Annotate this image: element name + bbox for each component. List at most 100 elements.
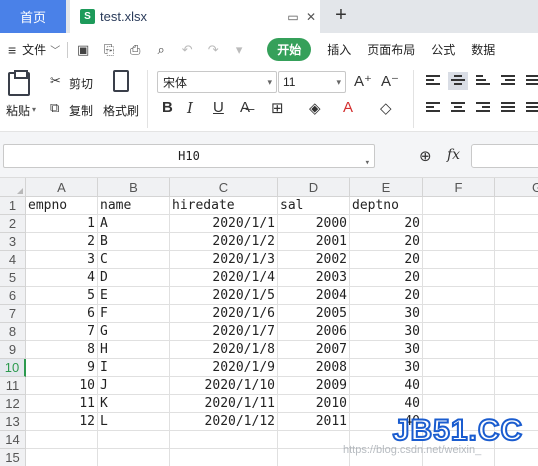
cell-e8[interactable]: 30 bbox=[350, 323, 423, 341]
cell-d10[interactable]: 2008 bbox=[278, 359, 350, 377]
cell-c5[interactable]: 2020/1/4 bbox=[170, 269, 278, 287]
cell-e3[interactable]: 20 bbox=[350, 233, 423, 251]
column-header-g[interactable]: G bbox=[495, 178, 538, 197]
justify-icon[interactable] bbox=[501, 102, 515, 114]
tab-insert[interactable]: 插入 bbox=[327, 41, 351, 58]
paste-button[interactable]: 粘贴 bbox=[6, 102, 30, 119]
cell-c11[interactable]: 2020/1/10 bbox=[170, 377, 278, 395]
tab-data[interactable]: 数据 bbox=[471, 41, 495, 58]
copy-button[interactable]: 复制 bbox=[69, 102, 93, 119]
print-icon[interactable]: ⎙ bbox=[127, 42, 143, 58]
fill-color-icon[interactable]: ◈ bbox=[309, 99, 321, 117]
paste-icon[interactable] bbox=[8, 70, 30, 96]
cell-g2[interactable] bbox=[495, 215, 538, 233]
paste-dropdown-icon[interactable]: ▾ bbox=[32, 105, 36, 114]
tab-page-layout[interactable]: 页面布局 bbox=[367, 41, 415, 58]
cell-b13[interactable]: L bbox=[98, 413, 170, 431]
format-painter-icon[interactable] bbox=[113, 70, 129, 92]
row-header-4[interactable]: 4 bbox=[0, 251, 26, 269]
cell-g7[interactable] bbox=[495, 305, 538, 323]
cell-a3[interactable]: 2 bbox=[26, 233, 98, 251]
row-header-7[interactable]: 7 bbox=[0, 305, 26, 323]
cell-c9[interactable]: 2020/1/8 bbox=[170, 341, 278, 359]
bold-button[interactable]: B bbox=[162, 99, 173, 116]
cell-d2[interactable]: 2000 bbox=[278, 215, 350, 233]
cell-f9[interactable] bbox=[423, 341, 495, 359]
cell-e5[interactable]: 20 bbox=[350, 269, 423, 287]
cell-c14[interactable] bbox=[170, 431, 278, 449]
cell-d9[interactable]: 2007 bbox=[278, 341, 350, 359]
cell-a2[interactable]: 1 bbox=[26, 215, 98, 233]
row-header-13[interactable]: 13 bbox=[0, 413, 26, 431]
clear-format-icon[interactable]: ◇ bbox=[380, 99, 392, 117]
hamburger-menu-icon[interactable]: ≡ bbox=[8, 42, 16, 58]
align-right-icon[interactable] bbox=[476, 102, 490, 114]
cell-d1[interactable]: sal bbox=[278, 197, 350, 215]
cell-a5[interactable]: 4 bbox=[26, 269, 98, 287]
cell-c8[interactable]: 2020/1/7 bbox=[170, 323, 278, 341]
cell-f5[interactable] bbox=[423, 269, 495, 287]
cell-f3[interactable] bbox=[423, 233, 495, 251]
cell-f10[interactable] bbox=[423, 359, 495, 377]
export-icon[interactable]: ⎘ bbox=[101, 42, 117, 58]
align-top-icon[interactable] bbox=[426, 75, 440, 87]
wrap-icon[interactable] bbox=[526, 75, 538, 87]
cell-d14[interactable] bbox=[278, 431, 350, 449]
format-painter-button[interactable]: 格式刷 bbox=[103, 102, 139, 119]
cell-b2[interactable]: A bbox=[98, 215, 170, 233]
font-color-icon[interactable]: A bbox=[343, 99, 353, 116]
tab-home[interactable]: 首页 bbox=[0, 0, 66, 33]
indent-icon[interactable] bbox=[501, 75, 515, 87]
cell-g11[interactable] bbox=[495, 377, 538, 395]
cell-a8[interactable]: 7 bbox=[26, 323, 98, 341]
cell-f4[interactable] bbox=[423, 251, 495, 269]
cell-b9[interactable]: H bbox=[98, 341, 170, 359]
zoom-search-icon[interactable]: ⊕ bbox=[419, 147, 432, 165]
column-header-f[interactable]: F bbox=[423, 178, 495, 197]
print-preview-icon[interactable]: ⌕ bbox=[153, 42, 169, 58]
cell-b8[interactable]: G bbox=[98, 323, 170, 341]
cell-b14[interactable] bbox=[98, 431, 170, 449]
cell-g3[interactable] bbox=[495, 233, 538, 251]
cell-g4[interactable] bbox=[495, 251, 538, 269]
cell-b7[interactable]: F bbox=[98, 305, 170, 323]
cell-e11[interactable]: 40 bbox=[350, 377, 423, 395]
border-icon[interactable]: ⊞ bbox=[271, 99, 284, 117]
cell-a12[interactable]: 11 bbox=[26, 395, 98, 413]
cell-a7[interactable]: 6 bbox=[26, 305, 98, 323]
cell-g10[interactable] bbox=[495, 359, 538, 377]
cell-c15[interactable] bbox=[170, 449, 278, 466]
cell-e1[interactable]: deptno bbox=[350, 197, 423, 215]
row-header-9[interactable]: 9 bbox=[0, 341, 26, 359]
cell-b15[interactable] bbox=[98, 449, 170, 466]
column-header-b[interactable]: B bbox=[98, 178, 170, 197]
align-bottom-icon[interactable] bbox=[476, 75, 490, 87]
align-center-icon[interactable] bbox=[451, 102, 465, 114]
cell-g9[interactable] bbox=[495, 341, 538, 359]
cell-g6[interactable] bbox=[495, 287, 538, 305]
cell-f6[interactable] bbox=[423, 287, 495, 305]
cell-d12[interactable]: 2010 bbox=[278, 395, 350, 413]
row-header-15[interactable]: 15 bbox=[0, 449, 26, 466]
cell-d11[interactable]: 2009 bbox=[278, 377, 350, 395]
formula-input[interactable] bbox=[471, 144, 538, 168]
cell-b1[interactable]: name bbox=[98, 197, 170, 215]
cell-b4[interactable]: C bbox=[98, 251, 170, 269]
cut-button[interactable]: 剪切 bbox=[69, 75, 93, 92]
chevron-down-icon[interactable]: ﹀ bbox=[50, 42, 60, 57]
select-all-corner[interactable] bbox=[0, 178, 26, 197]
close-tab-icon[interactable]: ✕ bbox=[302, 10, 320, 24]
cell-g8[interactable] bbox=[495, 323, 538, 341]
cell-d6[interactable]: 2004 bbox=[278, 287, 350, 305]
cell-f2[interactable] bbox=[423, 215, 495, 233]
cell-c2[interactable]: 2020/1/1 bbox=[170, 215, 278, 233]
row-header-12[interactable]: 12 bbox=[0, 395, 26, 413]
cell-d4[interactable]: 2002 bbox=[278, 251, 350, 269]
more-icon[interactable]: ▾ bbox=[231, 42, 247, 58]
cell-d13[interactable]: 2011 bbox=[278, 413, 350, 431]
cell-e7[interactable]: 30 bbox=[350, 305, 423, 323]
undo-icon[interactable]: ↶ bbox=[179, 42, 195, 58]
cell-b11[interactable]: J bbox=[98, 377, 170, 395]
cell-a1[interactable]: empno bbox=[26, 197, 98, 215]
cell-d3[interactable]: 2001 bbox=[278, 233, 350, 251]
